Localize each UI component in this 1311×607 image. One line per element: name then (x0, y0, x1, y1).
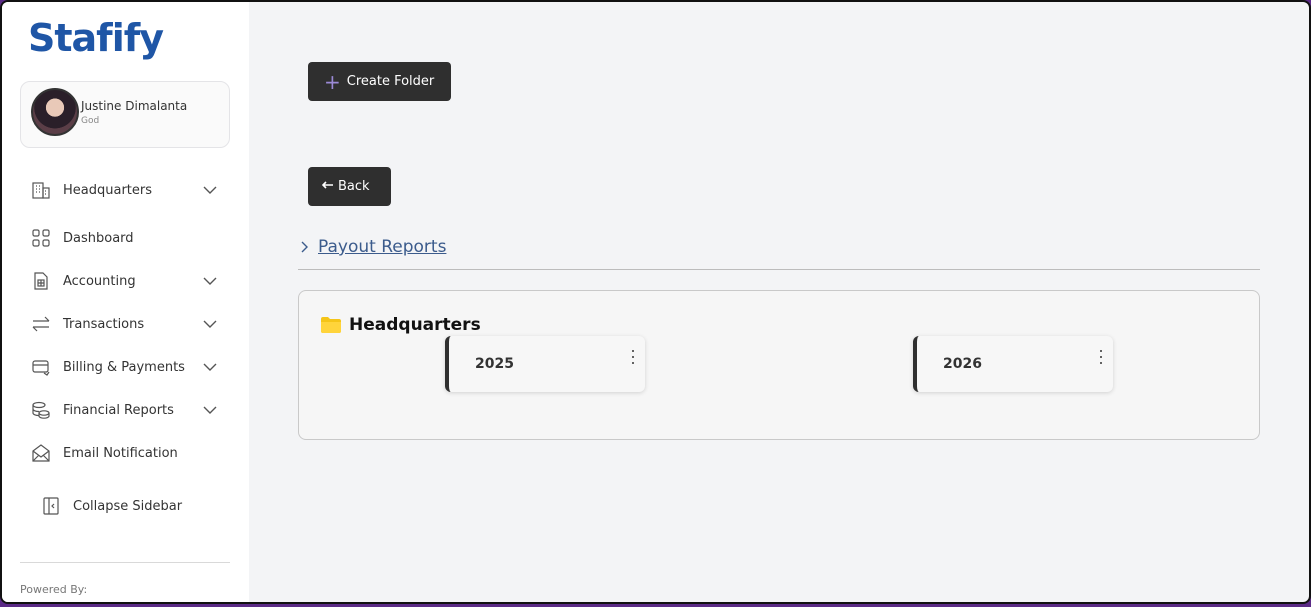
folder-card-label: 2025 (475, 356, 514, 372)
content-divider (298, 269, 1260, 270)
chevron-down-icon[interactable] (202, 316, 218, 332)
sidebar-item-accounting[interactable]: Accounting (20, 265, 230, 297)
profile-role: God (81, 116, 100, 126)
sidebar-item-financial-reports[interactable]: Financial Reports (20, 394, 230, 426)
more-options-icon[interactable] (1097, 350, 1105, 364)
sidebar-collapse-icon (40, 495, 62, 517)
powered-by-text: Powered By: (20, 583, 88, 596)
folder-card-label: 2026 (943, 356, 982, 372)
chevron-down-icon[interactable] (202, 273, 218, 289)
sidebar-divider (20, 562, 230, 563)
folder-section-title: Headquarters (321, 315, 481, 335)
folder-title-text: Headquarters (349, 315, 481, 335)
collapse-sidebar-button[interactable]: Collapse Sidebar (30, 490, 230, 522)
user-profile-card[interactable]: Justine Dimalanta God (20, 81, 230, 148)
chevron-down-icon[interactable] (202, 359, 218, 375)
app-window: Stafify Justine Dimalanta God Headquarte… (0, 0, 1311, 604)
sidebar-item-label: Financial Reports (63, 402, 174, 418)
sidebar-item-label: Transactions (63, 316, 145, 332)
sidebar-item-email-notification[interactable]: Email Notification (20, 437, 230, 469)
sidebar-item-headquarters[interactable]: Headquarters (20, 174, 230, 206)
sidebar-item-label: Email Notification (63, 445, 178, 461)
avatar (31, 88, 79, 136)
plus-icon: + (324, 69, 341, 94)
chevron-down-icon[interactable] (202, 182, 218, 198)
sidebar-item-label: Billing & Payments (63, 359, 185, 375)
arrow-left-icon (321, 179, 334, 194)
back-label: Back (338, 179, 370, 194)
breadcrumb-link-payout-reports[interactable]: Payout Reports (318, 237, 446, 257)
sidebar-item-label: Accounting (63, 273, 136, 289)
app-logo[interactable]: Stafify (28, 16, 164, 60)
more-options-icon[interactable] (629, 350, 637, 364)
back-button[interactable]: Back (308, 167, 391, 206)
sidebar-item-label: Headquarters (63, 182, 153, 198)
folder-panel: Headquarters 2025 2026 (298, 290, 1260, 440)
sidebar-item-label: Dashboard (63, 230, 134, 246)
chevron-right-icon (301, 241, 308, 253)
card-icon (30, 356, 52, 378)
sidebar-item-transactions[interactable]: Transactions (20, 308, 230, 340)
sidebar-item-dashboard[interactable]: Dashboard (20, 222, 230, 254)
profile-name: Justine Dimalanta (81, 99, 188, 113)
envelope-icon (30, 442, 52, 464)
collapse-sidebar-label: Collapse Sidebar (73, 498, 183, 514)
create-folder-button[interactable]: + Create Folder (308, 62, 451, 101)
chevron-down-icon[interactable] (202, 402, 218, 418)
calculator-doc-icon (30, 270, 52, 292)
grid-icon (30, 227, 52, 249)
folder-icon (321, 317, 341, 333)
folder-card-2025[interactable]: 2025 (445, 336, 645, 392)
breadcrumb: Payout Reports (298, 237, 446, 257)
sidebar: Stafify Justine Dimalanta God Headquarte… (2, 2, 249, 602)
coins-icon (30, 399, 52, 421)
create-folder-label: Create Folder (346, 74, 435, 89)
building-icon (30, 179, 52, 201)
swap-arrows-icon (30, 313, 52, 335)
sidebar-item-billing-payments[interactable]: Billing & Payments (20, 351, 230, 383)
folder-card-2026[interactable]: 2026 (913, 336, 1113, 392)
